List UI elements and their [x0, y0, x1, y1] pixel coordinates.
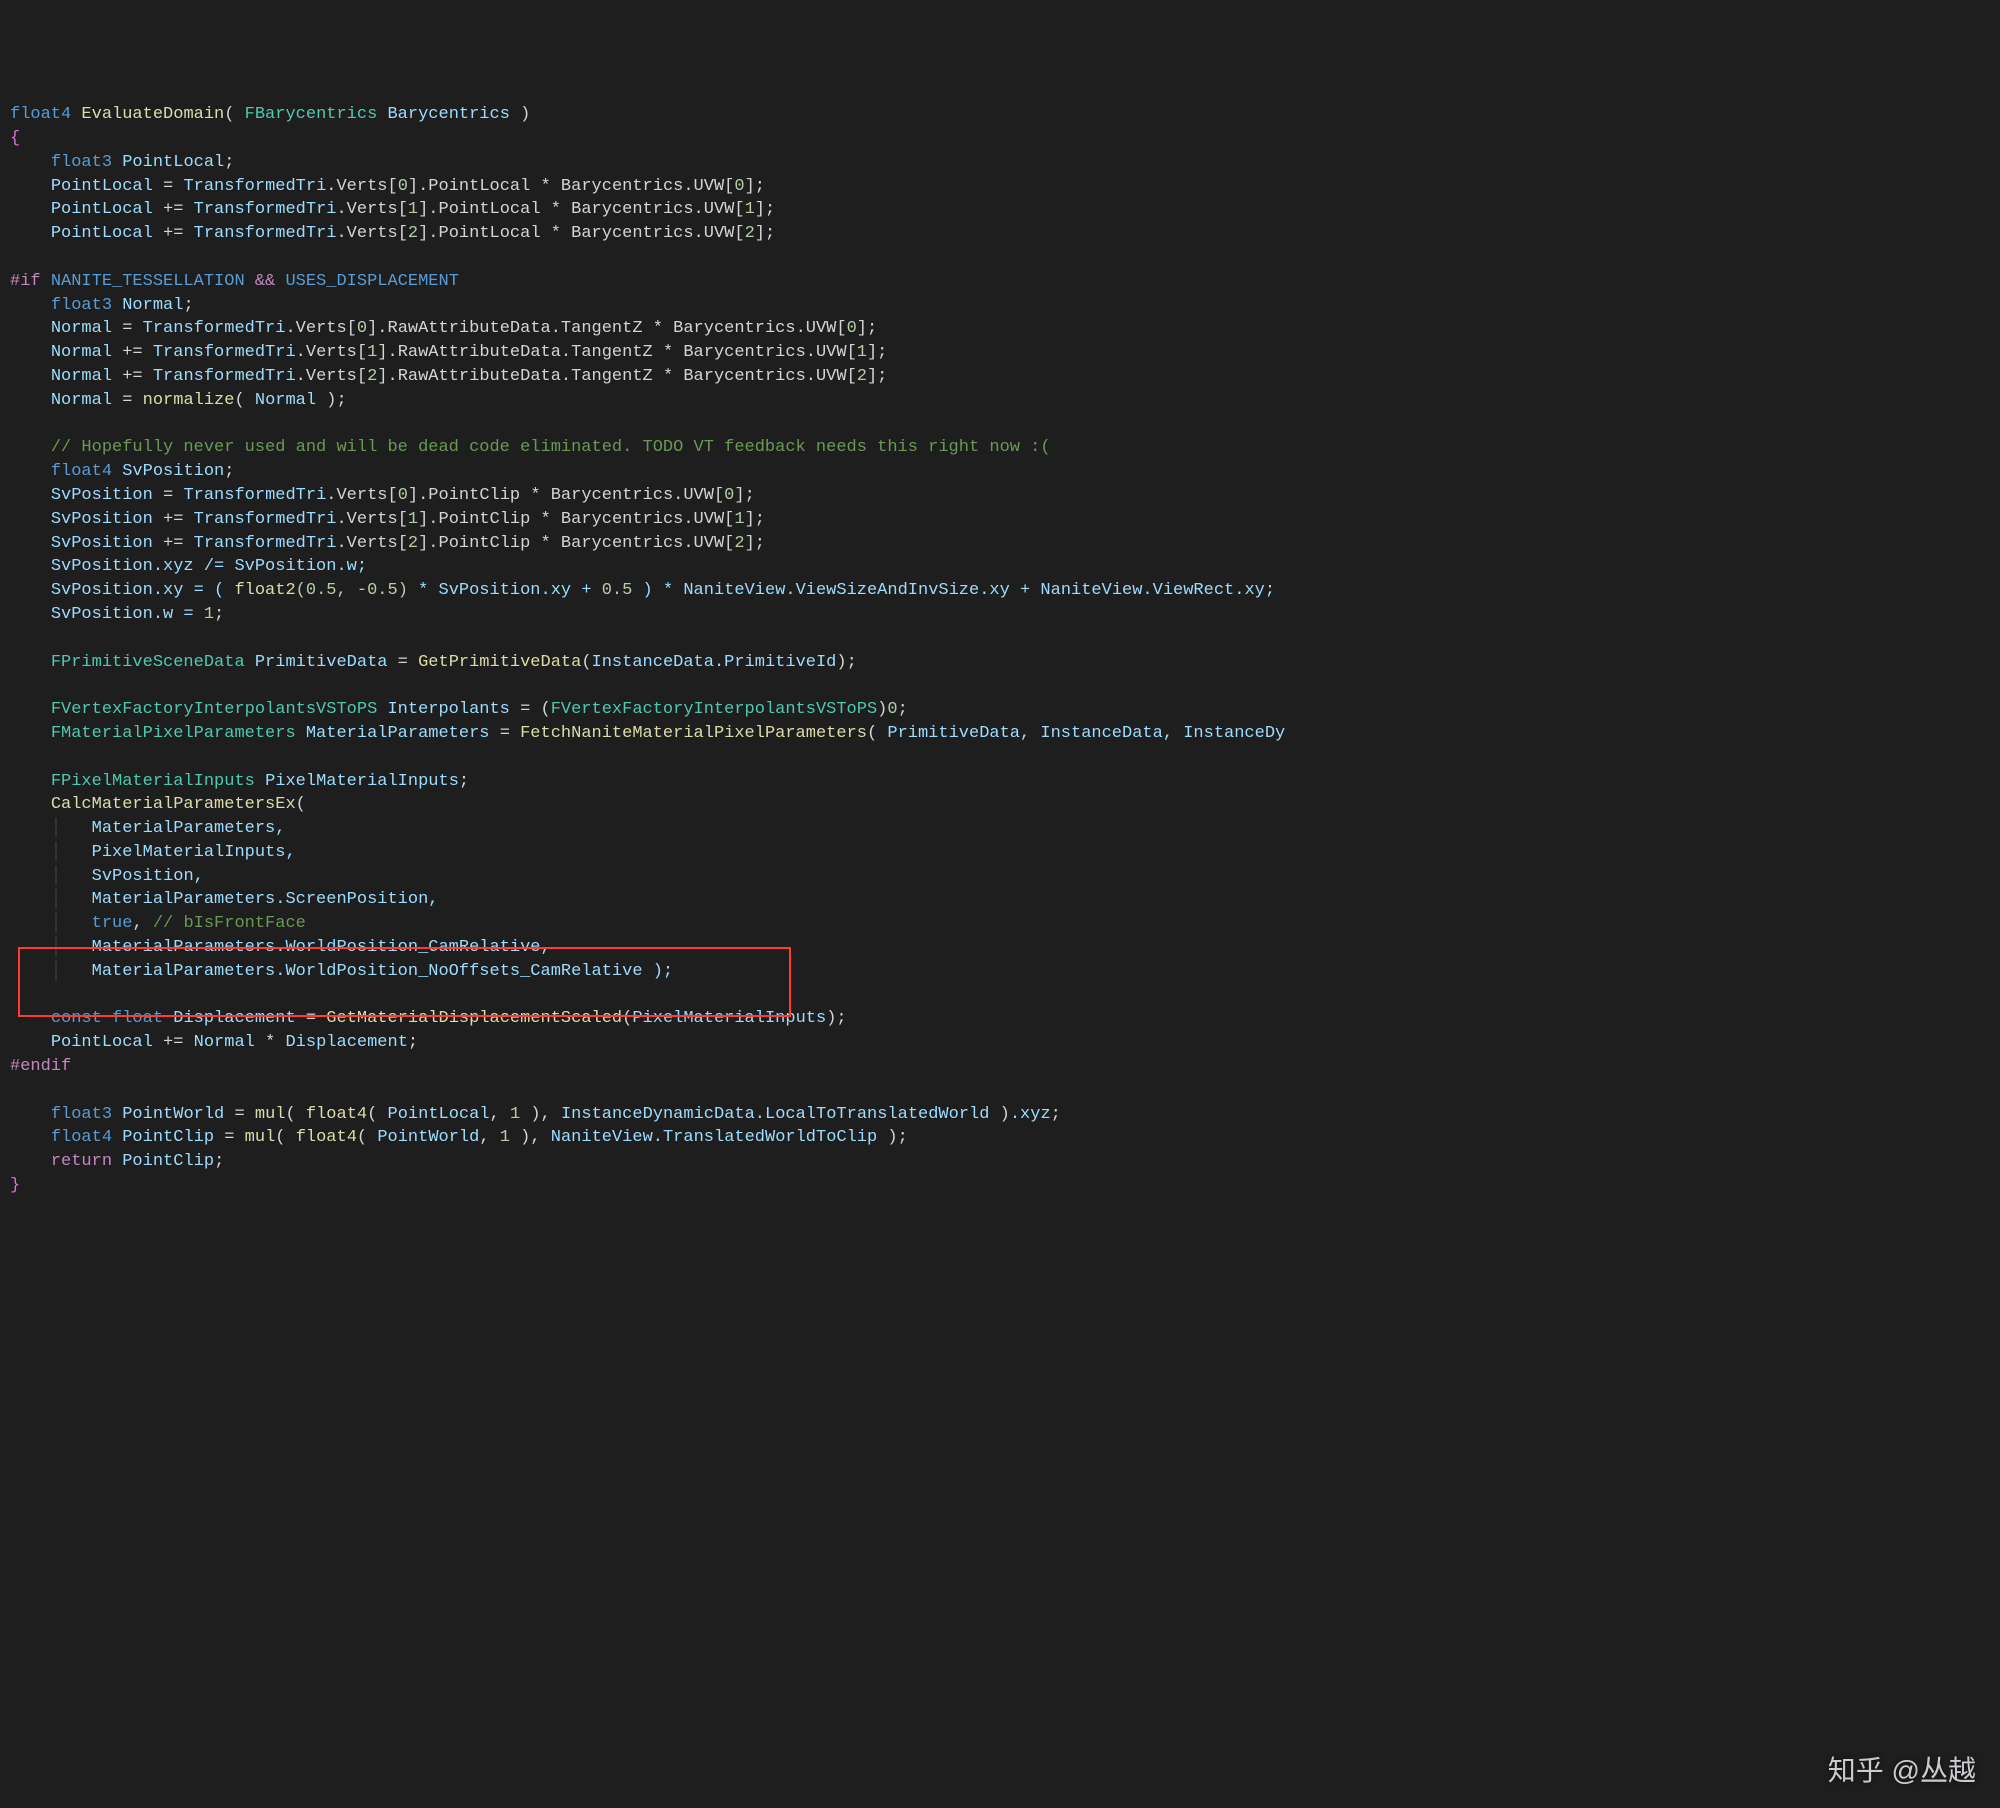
code-line: │ PixelMaterialInputs, — [10, 843, 296, 862]
code-line: float3 Normal; — [10, 296, 194, 315]
code-line: float4 SvPosition; — [10, 462, 234, 481]
code-line: FPrimitiveSceneData PrimitiveData = GetP… — [10, 653, 857, 672]
code-editor[interactable]: float4 EvaluateDomain( FBarycentrics Bar… — [0, 95, 2000, 1229]
preprocessor-if: #if NANITE_TESSELLATION && USES_DISPLACE… — [10, 272, 459, 291]
code-line: float3 PointLocal; — [10, 153, 234, 172]
code-line: Normal += TransformedTri.Verts[2].RawAtt… — [10, 367, 887, 386]
code-line: PointLocal += TransformedTri.Verts[1].Po… — [10, 200, 775, 219]
code-line: Normal += TransformedTri.Verts[1].RawAtt… — [10, 343, 887, 362]
code-line: SvPosition = TransformedTri.Verts[0].Poi… — [10, 486, 755, 505]
code-line: float4 PointClip = mul( float4( PointWor… — [10, 1128, 908, 1147]
code-line: SvPosition.xyz /= SvPosition.w; — [10, 557, 367, 576]
code-line: PointLocal += TransformedTri.Verts[2].Po… — [10, 224, 775, 243]
code-line: │ SvPosition, — [10, 867, 204, 886]
code-line: SvPosition.xy = ( float2(0.5, -0.5) * Sv… — [10, 581, 1275, 600]
code-line: SvPosition += TransformedTri.Verts[2].Po… — [10, 534, 765, 553]
code-line: Normal = TransformedTri.Verts[0].RawAttr… — [10, 319, 877, 338]
open-brace: { — [10, 129, 20, 148]
watermark: 知乎 @丛越 — [1828, 1751, 1976, 1790]
code-line: float3 PointWorld = mul( float4( PointLo… — [10, 1105, 1061, 1124]
code-line: │ MaterialParameters.WorldPosition_NoOff… — [10, 962, 673, 981]
code-line: SvPosition.w = 1; — [10, 605, 224, 624]
code-line: SvPosition += TransformedTri.Verts[1].Po… — [10, 510, 765, 529]
code-line: PointLocal += Normal * Displacement; — [10, 1033, 418, 1052]
code-line: PointLocal = TransformedTri.Verts[0].Poi… — [10, 177, 765, 196]
code-line: Normal = normalize( Normal ); — [10, 391, 347, 410]
code-line: │ true, // bIsFrontFace — [10, 914, 306, 933]
code-comment: // Hopefully never used and will be dead… — [10, 438, 1051, 457]
highlight-annotation — [18, 947, 791, 1017]
code-line: FMaterialPixelParameters MaterialParamet… — [10, 724, 1285, 743]
code-line: │ MaterialParameters.WorldPosition_CamRe… — [10, 938, 551, 957]
code-line: float4 EvaluateDomain( FBarycentrics Bar… — [10, 105, 530, 124]
code-line: return PointClip; — [10, 1152, 224, 1171]
code-line: │ MaterialParameters, — [10, 819, 285, 838]
code-line: │ MaterialParameters.ScreenPosition, — [10, 890, 438, 909]
code-line: CalcMaterialParametersEx( — [10, 795, 306, 814]
code-line: FPixelMaterialInputs PixelMaterialInputs… — [10, 772, 469, 791]
code-line: FVertexFactoryInterpolantsVSToPS Interpo… — [10, 700, 908, 719]
preprocessor-endif: #endif — [10, 1057, 71, 1076]
code-line: const float Displacement = GetMaterialDi… — [10, 1009, 847, 1028]
close-brace: } — [10, 1176, 20, 1195]
